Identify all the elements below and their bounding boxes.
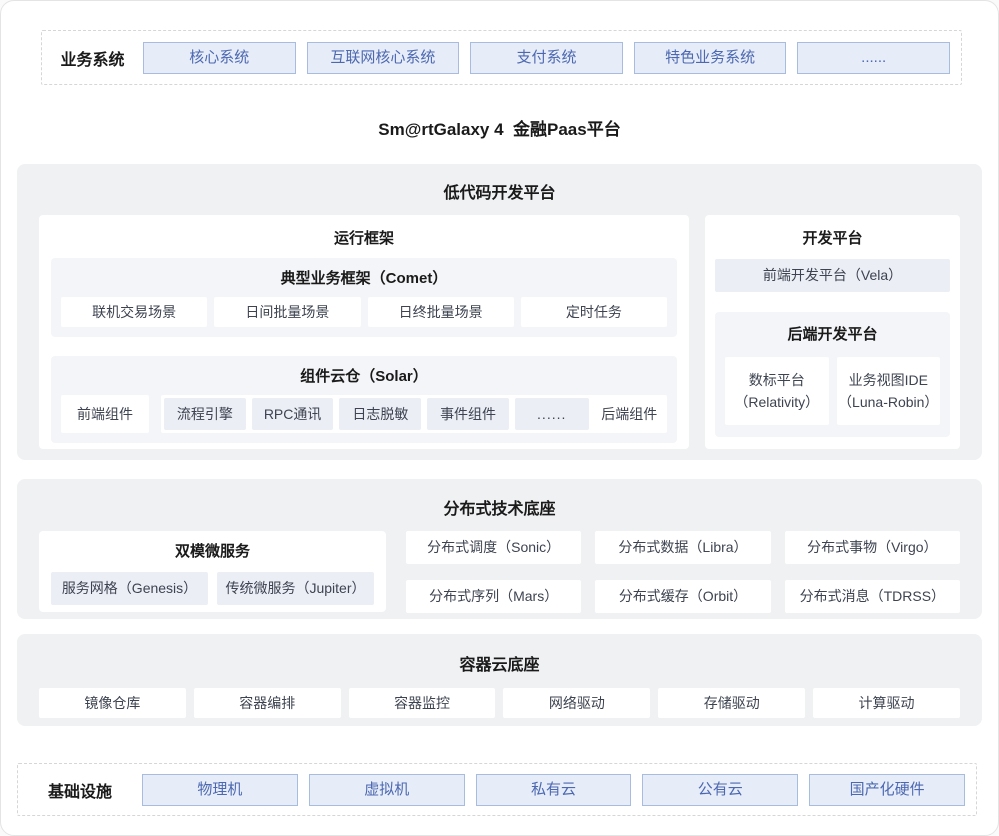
dual-mode-items-row: 服务网格（Genesis） 传统微服务（Jupiter） — [51, 572, 374, 605]
distributed-cache-orbit: 分布式缓存（Orbit） — [595, 580, 770, 613]
distributed-base-section: 分布式技术底座 双模微服务 服务网格（Genesis） 传统微服务（Jupite… — [17, 479, 982, 619]
container-monitoring: 容器监控 — [349, 688, 496, 718]
backend-item-luna-robin: 业务视图IDE （Luna-Robin） — [837, 357, 941, 425]
network-driver: 网络驱动 — [503, 688, 650, 718]
solar-chip-event-component: 事件组件 — [427, 398, 509, 430]
infra-physical-machine: 物理机 — [142, 774, 298, 806]
lowcode-platform-body: 运行框架 典型业务框架（Comet） 联机交易场景 日间批量场景 日终批量场景 … — [17, 203, 982, 449]
infrastructure-label: 基础设施 — [18, 778, 142, 802]
distributed-scheduling-sonic: 分布式调度（Sonic） — [406, 531, 581, 564]
traditional-microservice-jupiter: 传统微服务（Jupiter） — [217, 572, 374, 605]
distributed-transaction-virgo: 分布式事物（Virgo） — [785, 531, 960, 564]
service-mesh-genesis: 服务网格（Genesis） — [51, 572, 208, 605]
luna-robin-name: 业务视图IDE — [849, 369, 928, 391]
backend-dev-platform-box: 后端开发平台 数标平台 （Relativity） 业务视图IDE （Luna-R… — [715, 312, 950, 437]
business-system-core: 核心系统 — [143, 42, 296, 74]
container-cloud-items-row: 镜像仓库 容器编排 容器监控 网络驱动 存储驱动 计算驱动 — [17, 688, 982, 718]
distributed-base-title: 分布式技术底座 — [17, 479, 982, 519]
comet-framework-box: 典型业务框架（Comet） 联机交易场景 日间批量场景 日终批量场景 定时任务 — [51, 258, 677, 337]
solar-chip-log-masking: 日志脱敏 — [339, 398, 421, 430]
comet-framework-title: 典型业务框架（Comet） — [61, 267, 667, 288]
infra-domestic-hardware: 国产化硬件 — [809, 774, 965, 806]
comet-items-row: 联机交易场景 日间批量场景 日终批量场景 定时任务 — [61, 297, 667, 327]
page-title: Sm@rtGalaxy 4 金融Paas平台 — [1, 115, 998, 139]
infra-virtual-machine: 虚拟机 — [309, 774, 465, 806]
container-cloud-section: 容器云底座 镜像仓库 容器编排 容器监控 网络驱动 存储驱动 计算驱动 — [17, 634, 982, 726]
backend-item-relativity: 数标平台 （Relativity） — [725, 357, 829, 425]
distributed-data-libra: 分布式数据（Libra） — [595, 531, 770, 564]
solar-chip-strip: 流程引擎 RPC通讯 日志脱敏 事件组件 ...... 后端组件 — [161, 395, 667, 433]
container-orchestration: 容器编排 — [194, 688, 341, 718]
infra-public-cloud: 公有云 — [642, 774, 798, 806]
business-systems-label: 业务系统 — [42, 46, 143, 70]
luna-robin-codename: （Luna-Robin） — [838, 391, 938, 413]
dev-platform-title: 开发平台 — [715, 227, 950, 248]
distributed-base-body: 双模微服务 服务网格（Genesis） 传统微服务（Jupiter） 分布式调度… — [17, 531, 982, 613]
dev-platform-panel: 开发平台 前端开发平台（Vela） 后端开发平台 数标平台 （Relativit… — [705, 215, 960, 449]
comet-item-online-trading: 联机交易场景 — [61, 297, 207, 327]
distributed-services-grid: 分布式调度（Sonic） 分布式数据（Libra） 分布式事物（Virgo） 分… — [406, 531, 960, 613]
architecture-diagram: 业务系统 核心系统 互联网核心系统 支付系统 特色业务系统 ...... Sm@… — [0, 0, 999, 836]
distributed-message-tdrss: 分布式消息（TDRSS） — [785, 580, 960, 613]
dual-mode-title: 双模微服务 — [51, 540, 374, 561]
infra-private-cloud: 私有云 — [476, 774, 632, 806]
relativity-name: 数标平台 — [749, 369, 805, 391]
solar-item-backend-component: 后端组件 — [595, 404, 664, 424]
solar-chip-workflow-engine: 流程引擎 — [164, 398, 246, 430]
image-registry: 镜像仓库 — [39, 688, 186, 718]
backend-dev-platform-title: 后端开发平台 — [725, 323, 940, 344]
business-system-payment: 支付系统 — [470, 42, 623, 74]
business-systems-band: 业务系统 核心系统 互联网核心系统 支付系统 特色业务系统 ...... — [41, 30, 962, 85]
runtime-framework-title: 运行框架 — [51, 227, 677, 248]
container-cloud-title: 容器云底座 — [17, 634, 982, 675]
business-systems-boxes: 核心系统 互联网核心系统 支付系统 特色业务系统 ...... — [143, 42, 961, 74]
runtime-framework-panel: 运行框架 典型业务框架（Comet） 联机交易场景 日间批量场景 日终批量场景 … — [39, 215, 689, 449]
backend-dev-items-row: 数标平台 （Relativity） 业务视图IDE （Luna-Robin） — [725, 357, 940, 425]
solar-component-box: 组件云仓（Solar） 前端组件 流程引擎 RPC通讯 日志脱敏 事件组件 ..… — [51, 356, 677, 443]
infrastructure-boxes: 物理机 虚拟机 私有云 公有云 国产化硬件 — [142, 774, 976, 806]
lowcode-platform-title: 低代码开发平台 — [17, 164, 982, 203]
business-system-more: ...... — [797, 42, 950, 74]
business-system-internet-core: 互联网核心系统 — [307, 42, 460, 74]
lowcode-platform-section: 低代码开发平台 运行框架 典型业务框架（Comet） 联机交易场景 日间批量场景… — [17, 164, 982, 460]
business-system-special: 特色业务系统 — [634, 42, 787, 74]
storage-driver: 存储驱动 — [658, 688, 805, 718]
comet-item-endofday-batch: 日终批量场景 — [368, 297, 514, 327]
distributed-sequence-mars: 分布式序列（Mars） — [406, 580, 581, 613]
relativity-codename: （Relativity） — [734, 391, 819, 413]
comet-item-intraday-batch: 日间批量场景 — [214, 297, 360, 327]
dual-mode-microservice-panel: 双模微服务 服务网格（Genesis） 传统微服务（Jupiter） — [39, 531, 386, 612]
solar-item-frontend-component: 前端组件 — [61, 395, 149, 433]
solar-component-title: 组件云仓（Solar） — [61, 365, 667, 386]
solar-chip-rpc: RPC通讯 — [252, 398, 334, 430]
compute-driver: 计算驱动 — [813, 688, 960, 718]
frontend-dev-platform-vela: 前端开发平台（Vela） — [715, 259, 950, 292]
solar-items-row: 前端组件 流程引擎 RPC通讯 日志脱敏 事件组件 ...... 后端组件 — [61, 395, 667, 433]
solar-chip-more: ...... — [515, 398, 589, 430]
comet-item-scheduled-task: 定时任务 — [521, 297, 667, 327]
infrastructure-band: 基础设施 物理机 虚拟机 私有云 公有云 国产化硬件 — [17, 763, 977, 816]
